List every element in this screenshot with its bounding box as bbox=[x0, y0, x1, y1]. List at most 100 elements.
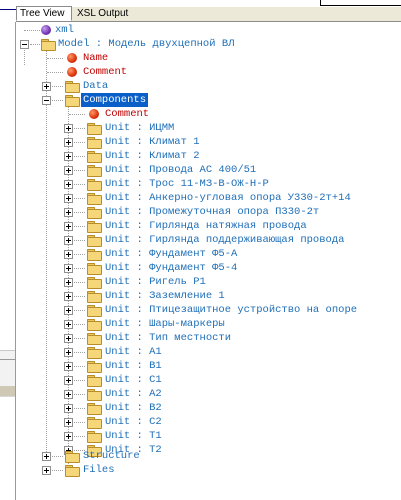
tab-tree-view[interactable]: Tree View bbox=[16, 6, 72, 21]
expand-toggle[interactable] bbox=[42, 466, 51, 475]
expand-toggle[interactable] bbox=[64, 348, 73, 357]
tree-node-xml[interactable]: xml bbox=[16, 23, 401, 37]
tree-node-unit[interactable]: Unit : С1 bbox=[16, 373, 401, 387]
tree-node-unit[interactable]: Unit : Фундамент Ф5-А bbox=[16, 247, 401, 261]
tree-node-unit[interactable]: Unit : Фундамент Ф5-4 bbox=[16, 261, 401, 275]
tree-node-data[interactable]: Data bbox=[16, 79, 401, 93]
tab-strip: Tree View XSL Output bbox=[16, 6, 401, 22]
expand-toggle[interactable] bbox=[64, 138, 73, 147]
background-window bbox=[0, 0, 16, 500]
tree-node-model[interactable]: Model : Модель двухцепной ВЛ bbox=[16, 37, 401, 51]
expand-toggle[interactable] bbox=[42, 452, 51, 461]
tree-node-label: Unit : Птицезащитное устройство на опоре bbox=[105, 304, 358, 316]
tree-node-label: Unit : Климат 2 bbox=[105, 150, 200, 162]
tree-node-label: Unit : Промежуточная опора П330-2т bbox=[105, 206, 320, 218]
tree-node-components[interactable]: Components bbox=[16, 93, 401, 107]
tree-node-unit[interactable]: Unit : Климат 2 bbox=[16, 149, 401, 163]
expand-toggle[interactable] bbox=[64, 194, 73, 203]
tree-node-label: Unit : Трос 11-МЗ-В-ОЖ-Н-Р bbox=[105, 178, 269, 190]
tree-node-components-comment[interactable]: Comment bbox=[16, 107, 401, 121]
tree-node-unit[interactable]: Unit : Гирлянда поддерживающая провода bbox=[16, 233, 401, 247]
expand-toggle[interactable] bbox=[64, 320, 73, 329]
folder-icon bbox=[87, 291, 102, 303]
expand-toggle[interactable] bbox=[64, 418, 73, 427]
tree-node-unit[interactable]: Unit : Птицезащитное устройство на опоре bbox=[16, 303, 401, 317]
tree-node-unit[interactable]: Unit : Промежуточная опора П330-2т bbox=[16, 205, 401, 219]
folder-icon bbox=[87, 403, 102, 415]
attribute-dot-icon bbox=[67, 53, 77, 63]
expand-toggle[interactable] bbox=[64, 376, 73, 385]
expand-toggle[interactable] bbox=[64, 264, 73, 273]
tree-node-label: Unit : Заземление 1 bbox=[105, 290, 225, 302]
expand-toggle[interactable] bbox=[64, 180, 73, 189]
expand-toggle[interactable] bbox=[64, 208, 73, 217]
folder-icon bbox=[41, 39, 56, 51]
expand-toggle[interactable] bbox=[42, 82, 51, 91]
background-window-panel bbox=[0, 350, 16, 457]
tree-node-unit[interactable]: Unit : А2 bbox=[16, 387, 401, 401]
tree-node-label: Unit : Ригель Р1 bbox=[105, 276, 206, 288]
folder-icon bbox=[65, 465, 80, 477]
tree-node-label: Unit : ИЦММ bbox=[105, 122, 175, 134]
folder-icon bbox=[87, 193, 102, 205]
tree-node-label: Unit : Фундамент Ф5-А bbox=[105, 248, 238, 260]
expand-toggle[interactable] bbox=[64, 250, 73, 259]
expand-toggle[interactable] bbox=[64, 166, 73, 175]
expand-toggle[interactable] bbox=[64, 306, 73, 315]
tree-node-label: Unit : Климат 1 bbox=[105, 136, 200, 148]
tree-node-label: Unit : А2 bbox=[105, 388, 162, 400]
collapse-toggle[interactable] bbox=[42, 96, 51, 105]
tree-node-label: Unit : С2 bbox=[105, 416, 162, 428]
tree-node-unit[interactable]: Unit : Ригель Р1 bbox=[16, 275, 401, 289]
tree-node-label: Unit : Гирлянда поддерживающая провода bbox=[105, 234, 345, 246]
tree-node-unit[interactable]: Unit : Анкерно-угловая опора У330-2т+14 bbox=[16, 191, 401, 205]
expand-toggle[interactable] bbox=[64, 124, 73, 133]
attribute-dot-icon bbox=[89, 109, 99, 119]
tab-xsl-output[interactable]: XSL Output bbox=[74, 7, 152, 20]
folder-icon bbox=[87, 417, 102, 429]
expand-toggle[interactable] bbox=[64, 390, 73, 399]
collapse-toggle[interactable] bbox=[20, 40, 29, 49]
tree-node-unit[interactable]: Unit : Заземление 1 bbox=[16, 289, 401, 303]
tree-node-unit[interactable]: Unit : Провода АС 400/51 bbox=[16, 163, 401, 177]
tree-node-unit[interactable]: Unit : Трос 11-МЗ-В-ОЖ-Н-Р bbox=[16, 177, 401, 191]
folder-icon bbox=[87, 123, 102, 135]
tree-node-label: Unit : С1 bbox=[105, 374, 162, 386]
folder-icon bbox=[87, 179, 102, 191]
tree-node-structure[interactable]: Structure bbox=[16, 449, 401, 463]
folder-icon bbox=[87, 361, 102, 373]
folder-icon bbox=[87, 375, 102, 387]
tree-node-label: Unit : Шары-маркеры bbox=[105, 318, 225, 330]
expand-toggle[interactable] bbox=[64, 362, 73, 371]
tree-node-label: Unit : Гирлянда натяжная провода bbox=[105, 220, 307, 232]
tree-node-unit[interactable]: Unit : А1 bbox=[16, 345, 401, 359]
folder-icon bbox=[65, 451, 80, 463]
tree-node-unit[interactable]: Unit : Шары-маркеры bbox=[16, 317, 401, 331]
tree-node-unit[interactable]: Unit : Гирлянда натяжная провода bbox=[16, 219, 401, 233]
expand-toggle[interactable] bbox=[64, 334, 73, 343]
tree-node-unit[interactable]: Unit : В1 bbox=[16, 359, 401, 373]
folder-icon bbox=[87, 151, 102, 163]
tree-node-files[interactable]: Files bbox=[16, 463, 401, 477]
expand-toggle[interactable] bbox=[64, 222, 73, 231]
tree-node-unit[interactable]: Unit : С2 bbox=[16, 415, 401, 429]
folder-icon bbox=[87, 249, 102, 261]
expand-toggle[interactable] bbox=[64, 404, 73, 413]
folder-icon bbox=[87, 319, 102, 331]
expand-toggle[interactable] bbox=[64, 236, 73, 245]
tree-view[interactable]: xml Model : Модель двухцепной ВЛ Name Co… bbox=[16, 22, 401, 500]
expand-toggle[interactable] bbox=[64, 152, 73, 161]
tree-node-unit[interactable]: Unit : Т1 bbox=[16, 429, 401, 443]
tree-node-unit[interactable]: Unit : ИЦММ bbox=[16, 121, 401, 135]
tree-node-unit[interactable]: Unit : В2 bbox=[16, 401, 401, 415]
expand-toggle[interactable] bbox=[64, 292, 73, 301]
tree-node-unit[interactable]: Unit : Климат 1 bbox=[16, 135, 401, 149]
tree-node-label: Unit : Фундамент Ф5-4 bbox=[105, 262, 238, 274]
tree-node-name[interactable]: Name bbox=[16, 51, 401, 65]
tree-node-unit[interactable]: Unit : Тип местности bbox=[16, 331, 401, 345]
tree-node-label: Unit : Тип местности bbox=[105, 332, 232, 344]
expand-toggle[interactable] bbox=[64, 432, 73, 441]
folder-icon bbox=[87, 277, 102, 289]
expand-toggle[interactable] bbox=[64, 278, 73, 287]
tree-node-comment[interactable]: Comment bbox=[16, 65, 401, 79]
